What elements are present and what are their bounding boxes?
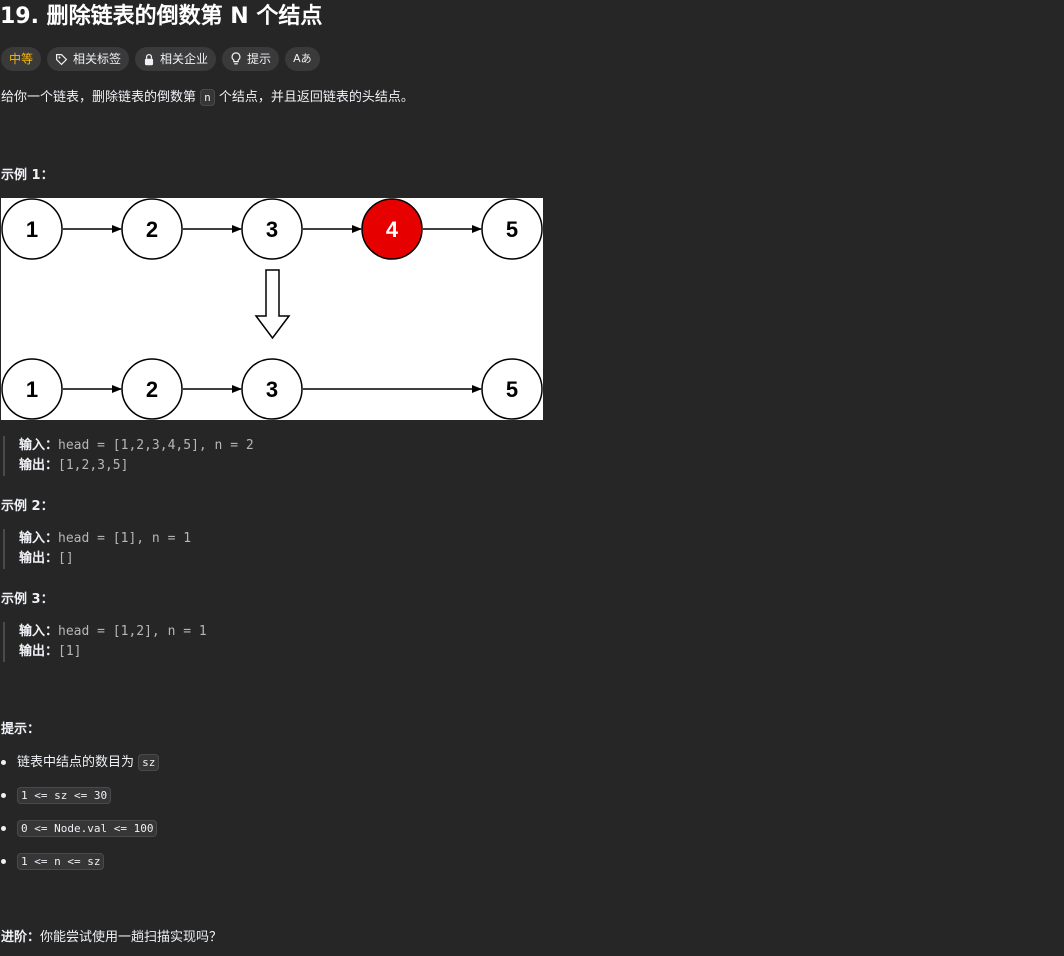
node-label: 3 xyxy=(266,217,278,242)
list-node-bottom-2: 2 xyxy=(121,358,183,420)
output-value: [] xyxy=(58,551,74,566)
hint-button[interactable]: 提示 xyxy=(222,47,280,71)
constraint-text: 链表中结点的数目为 xyxy=(17,755,135,770)
list-node-top-3: 3 xyxy=(241,198,303,260)
output-label: 输出： xyxy=(19,458,59,473)
list-node-bottom-3: 3 xyxy=(241,358,303,420)
list-node-top-4-removed: 4 xyxy=(361,198,423,260)
input-value: head = [1,2], n = 1 xyxy=(58,624,207,639)
tag-bar: 中等 相关标签 相关企业 提示 Aあ xyxy=(1,47,320,71)
list-node-top-2: 2 xyxy=(121,198,183,260)
follow-up: 进阶：你能尝试使用一趟扫描实现吗？ xyxy=(1,926,222,945)
node-label: 5 xyxy=(506,377,518,402)
list-node-top-1: 1 xyxy=(1,198,63,260)
output-label: 输出： xyxy=(19,551,59,566)
constraint-code: sz xyxy=(138,754,160,771)
hint-label: 提示 xyxy=(247,52,272,66)
constraint-code: 0 <= Node.val <= 100 xyxy=(17,820,158,837)
constraints-list: 链表中结点的数目为 sz 1 <= sz <= 30 0 <= Node.val… xyxy=(0,752,160,884)
lightbulb-icon xyxy=(230,52,242,66)
bullet-icon xyxy=(1,826,6,831)
output-label: 输出： xyxy=(19,644,59,659)
input-value: head = [1,2,3,4,5], n = 2 xyxy=(58,438,254,453)
input-label: 输入： xyxy=(19,624,59,639)
example-1-figure: 1 2 3 4 5 1 2 3 5 xyxy=(1,198,543,420)
list-item: 1 <= sz <= 30 xyxy=(0,785,159,818)
constraint-code: 1 <= n <= sz xyxy=(17,853,105,870)
output-value: [1] xyxy=(58,644,82,659)
node-label: 2 xyxy=(146,217,158,242)
node-label: 1 xyxy=(26,377,38,402)
constraint-code: 1 <= sz <= 30 xyxy=(17,787,112,804)
related-companies-button[interactable]: 相关企业 xyxy=(135,47,217,71)
example-2-block: 输入：head = [1], n = 1 输出：[] xyxy=(3,529,191,569)
bullet-icon xyxy=(1,760,6,765)
example-3-heading: 示例 3： xyxy=(1,592,54,607)
bullet-icon xyxy=(1,859,6,864)
example-1-block: 输入：head = [1,2,3,4,5], n = 2 输出：[1,2,3,5… xyxy=(3,436,254,476)
description-inline-code: n xyxy=(200,89,215,106)
node-label: 1 xyxy=(26,217,38,242)
example-3-block: 输入：head = [1,2], n = 1 输出：[1] xyxy=(3,622,207,662)
input-label: 输入： xyxy=(19,531,59,546)
problem-page: 19. 删除链表的倒数第 N 个结点 中等 相关标签 相关企业 提示 Aあ 给你… xyxy=(0,0,1064,956)
node-label: 4 xyxy=(386,217,399,242)
translate-icon: Aあ xyxy=(293,52,312,65)
font-toggle-button[interactable]: Aあ xyxy=(285,47,320,71)
tag-icon xyxy=(55,53,68,66)
list-item: 链表中结点的数目为 sz xyxy=(0,752,160,785)
bullet-icon xyxy=(1,793,6,798)
input-value: head = [1], n = 1 xyxy=(58,531,192,546)
related-companies-label: 相关企业 xyxy=(160,52,209,66)
list-node-bottom-5: 5 xyxy=(481,358,543,420)
difficulty-badge: 中等 xyxy=(1,47,42,71)
description-text-after: 个结点，并且返回链表的头结点。 xyxy=(218,90,414,105)
output-value: [1,2,3,5] xyxy=(58,458,129,473)
problem-title[interactable]: 19. 删除链表的倒数第 N 个结点 xyxy=(0,2,322,32)
problem-description: 给你一个链表，删除链表的倒数第 n 个结点，并且返回链表的头结点。 xyxy=(1,88,414,108)
node-label: 5 xyxy=(506,217,518,242)
difficulty-label: 中等 xyxy=(9,52,34,66)
description-text-before: 给你一个链表，删除链表的倒数第 xyxy=(1,90,197,105)
example-1-heading: 示例 1： xyxy=(1,168,54,183)
follow-up-text: 你能尝试使用一趟扫描实现吗？ xyxy=(40,930,223,945)
list-node-bottom-1: 1 xyxy=(1,358,63,420)
lock-icon xyxy=(143,53,155,66)
list-item: 1 <= n <= sz xyxy=(0,851,159,884)
example-2-heading: 示例 2： xyxy=(1,499,54,514)
related-tags-button[interactable]: 相关标签 xyxy=(47,47,130,71)
constraints-heading: 提示： xyxy=(1,722,41,737)
input-label: 输入： xyxy=(19,438,59,453)
follow-up-label: 进阶： xyxy=(1,930,41,945)
related-tags-label: 相关标签 xyxy=(73,52,122,66)
list-item: 0 <= Node.val <= 100 xyxy=(0,818,159,851)
node-label: 2 xyxy=(146,377,158,402)
node-label: 3 xyxy=(266,377,278,402)
list-node-top-5: 5 xyxy=(481,198,543,260)
